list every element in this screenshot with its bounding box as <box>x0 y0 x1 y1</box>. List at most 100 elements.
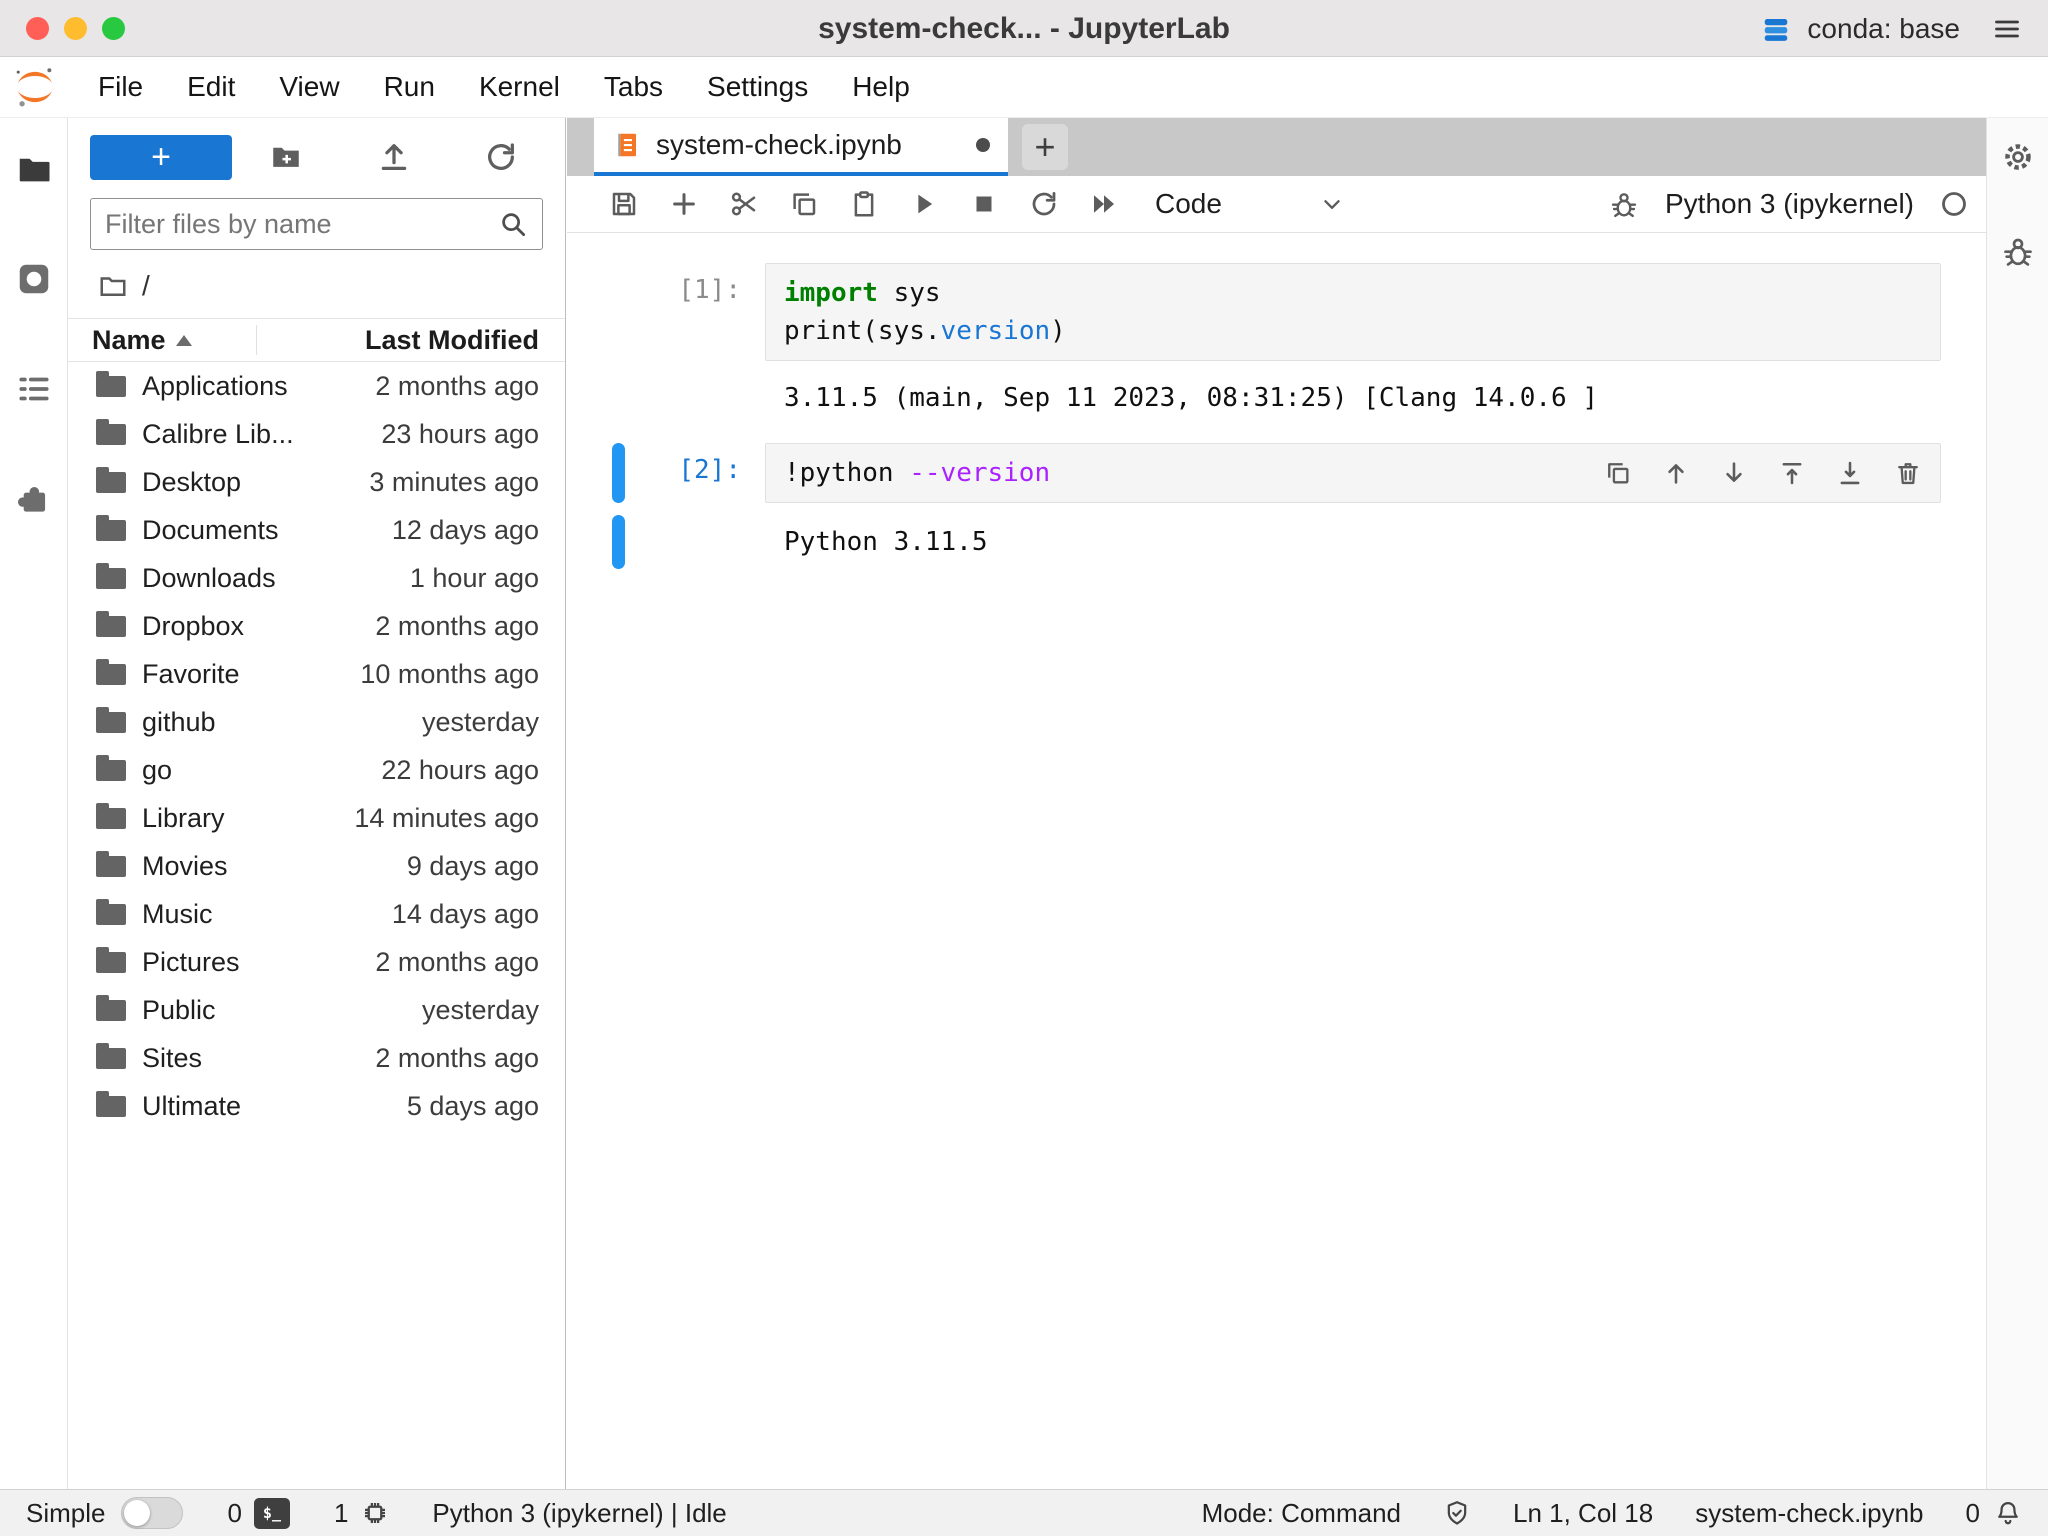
run-cell-button[interactable] <box>901 181 947 227</box>
folder-icon <box>96 1048 126 1069</box>
cell-type-dropdown[interactable]: Code <box>1155 188 1345 220</box>
output-prompt <box>625 515 765 569</box>
file-row[interactable]: Library14 minutes ago <box>68 794 565 842</box>
file-row[interactable]: Documents12 days ago <box>68 506 565 554</box>
move-cell-down-icon[interactable] <box>1720 459 1748 487</box>
file-row[interactable]: Music14 days ago <box>68 890 565 938</box>
move-cell-up-icon[interactable] <box>1662 459 1690 487</box>
file-list: Applications2 months ago Calibre Lib...2… <box>68 362 565 1130</box>
file-row[interactable]: Ultimate5 days ago <box>68 1082 565 1130</box>
output-collapser-active[interactable] <box>612 515 625 569</box>
file-name: Pictures <box>142 947 375 978</box>
insert-cell-above-icon[interactable] <box>1778 459 1806 487</box>
new-folder-button[interactable] <box>232 140 340 174</box>
cell-collapser[interactable] <box>612 263 625 361</box>
jupyter-logo-icon <box>12 64 58 110</box>
debugger-toggle-icon[interactable] <box>1609 189 1639 219</box>
notebook-content: [1]: import sys print(sys.version) 3.11.… <box>567 233 1986 1489</box>
menu-edit[interactable]: Edit <box>165 71 257 103</box>
command-mode-indicator[interactable]: Mode: Command <box>1202 1498 1401 1529</box>
hamburger-menu-icon[interactable] <box>1990 15 2024 43</box>
cell-toolbar <box>1604 459 1922 487</box>
file-name: Downloads <box>142 563 410 594</box>
menu-run[interactable]: Run <box>362 71 457 103</box>
refresh-file-list-button[interactable] <box>447 140 555 174</box>
file-filter-input[interactable] <box>105 209 498 240</box>
terminal-icon: $_ <box>254 1498 290 1529</box>
execution-prompt: [2]: <box>625 443 765 503</box>
copy-cells-button[interactable] <box>781 181 827 227</box>
kernel-chip-icon <box>360 1498 390 1528</box>
file-name: Public <box>142 995 422 1026</box>
folder-icon <box>96 520 126 541</box>
tab-system-check-ipynb[interactable]: system-check.ipynb <box>594 118 1008 176</box>
sort-by-name-header[interactable]: Name <box>68 325 192 356</box>
menu-tabs[interactable]: Tabs <box>582 71 685 103</box>
file-row[interactable]: go22 hours ago <box>68 746 565 794</box>
file-modified: yesterday <box>422 707 539 738</box>
file-browser-toolbar: + <box>68 118 565 180</box>
save-button[interactable] <box>601 181 647 227</box>
simple-mode-toggle[interactable] <box>121 1497 183 1529</box>
folder-icon <box>96 472 126 493</box>
code-input-cell-2[interactable]: !python --version <box>765 443 1941 503</box>
property-inspector-gear-icon[interactable] <box>2001 140 2035 174</box>
upload-files-button[interactable] <box>340 140 448 174</box>
file-row[interactable]: Dropbox2 months ago <box>68 602 565 650</box>
file-row[interactable]: Favorite10 months ago <box>68 650 565 698</box>
folder-icon <box>96 424 126 445</box>
kernels-count: 1 <box>334 1498 348 1529</box>
running-kernels-status[interactable]: 1 <box>334 1498 390 1529</box>
restart-kernel-button[interactable] <box>1021 181 1067 227</box>
insert-cell-button[interactable] <box>661 181 707 227</box>
duplicate-cell-icon[interactable] <box>1604 459 1632 487</box>
menu-view[interactable]: View <box>257 71 361 103</box>
file-row[interactable]: githubyesterday <box>68 698 565 746</box>
paste-cells-button[interactable] <box>841 181 887 227</box>
insert-cell-below-icon[interactable] <box>1836 459 1864 487</box>
sidebar-tab-filebrowser[interactable] <box>11 146 57 192</box>
home-folder-icon[interactable] <box>98 271 128 301</box>
code-input-cell-1[interactable]: import sys print(sys.version) <box>765 263 1941 361</box>
delete-cell-icon[interactable] <box>1894 459 1922 487</box>
running-terminals-status[interactable]: 0 $_ <box>227 1498 289 1529</box>
file-name: Calibre Lib... <box>142 419 381 450</box>
file-row[interactable]: Sites2 months ago <box>68 1034 565 1082</box>
menu-help[interactable]: Help <box>830 71 932 103</box>
menu-kernel[interactable]: Kernel <box>457 71 582 103</box>
cell-1-output: 3.11.5 (main, Sep 11 2023, 08:31:25) [Cl… <box>765 371 1941 425</box>
sort-by-modified-header[interactable]: Last Modified <box>365 325 565 356</box>
file-row[interactable]: Publicyesterday <box>68 986 565 1034</box>
file-row[interactable]: Applications2 months ago <box>68 362 565 410</box>
file-name: Desktop <box>142 467 369 498</box>
interrupt-kernel-button[interactable] <box>961 181 1007 227</box>
restart-run-all-button[interactable] <box>1081 181 1127 227</box>
kernel-name[interactable]: Python 3 (ipykernel) <box>1665 188 1914 220</box>
menu-file[interactable]: File <box>76 71 165 103</box>
cut-cells-button[interactable] <box>721 181 767 227</box>
new-launcher-button[interactable]: + <box>90 135 232 180</box>
menu-settings[interactable]: Settings <box>685 71 830 103</box>
file-browser-panel: + / Name <box>68 118 566 1489</box>
debugger-sidebar-bug-icon[interactable] <box>2001 234 2035 268</box>
new-tab-button[interactable]: + <box>1022 124 1068 170</box>
cursor-position[interactable]: Ln 1, Col 18 <box>1513 1498 1653 1529</box>
file-row[interactable]: Pictures2 months ago <box>68 938 565 986</box>
breadcrumb-root[interactable]: / <box>142 270 150 302</box>
output-prompt <box>625 371 765 425</box>
file-row[interactable]: Calibre Lib...23 hours ago <box>68 410 565 458</box>
file-modified: 14 minutes ago <box>354 803 539 834</box>
unsaved-changes-dot[interactable] <box>976 138 990 152</box>
file-row[interactable]: Desktop3 minutes ago <box>68 458 565 506</box>
kernel-status-text[interactable]: Python 3 (ipykernel) | Idle <box>432 1498 726 1529</box>
sidebar-tab-running[interactable] <box>11 256 57 302</box>
file-row[interactable]: Downloads1 hour ago <box>68 554 565 602</box>
output-collapser[interactable] <box>612 371 625 425</box>
chevron-down-icon <box>1319 191 1345 217</box>
sidebar-tab-toc[interactable] <box>11 366 57 412</box>
sidebar-tab-extensions[interactable] <box>11 476 57 522</box>
cell-collapser-active[interactable] <box>612 443 625 503</box>
folder-icon <box>96 952 126 973</box>
notifications-status[interactable]: 0 <box>1966 1498 2022 1529</box>
file-row[interactable]: Movies9 days ago <box>68 842 565 890</box>
